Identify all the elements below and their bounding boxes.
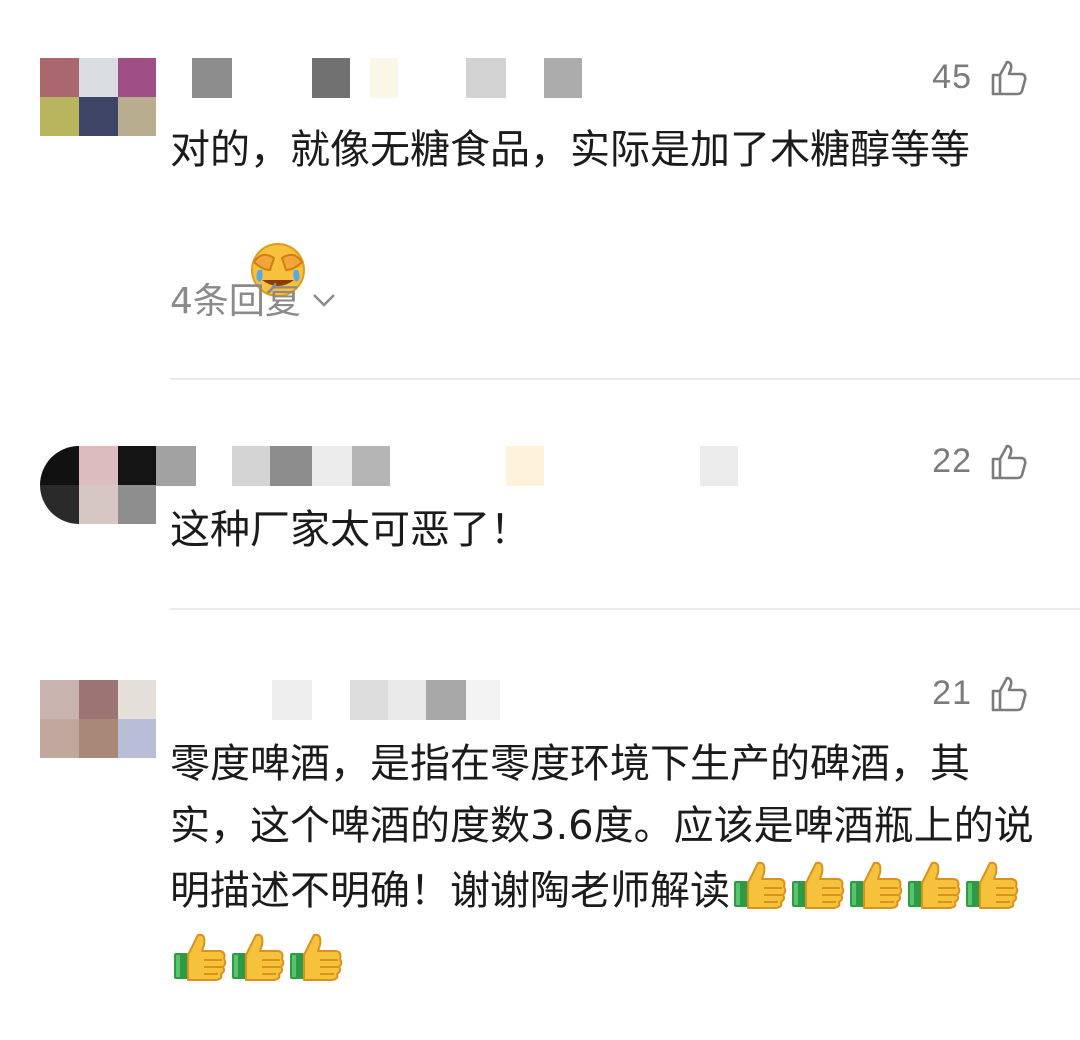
username-pixelated[interactable] [170,680,530,720]
username-pixelated[interactable] [156,446,750,486]
comment-text: 对的，就像无糖食品，实际是加了木糖醇等等 [170,120,1040,375]
comment-text: 零度啤酒，是指在零度环境下生产的碑酒，其实，这个啤酒的度数3.6度。应该是啤酒瓶… [170,733,1040,1001]
divider [170,608,1080,610]
like-control[interactable]: 45 [932,58,1028,97]
like-control[interactable]: 22 [932,442,1028,481]
avatar[interactable] [40,446,156,524]
thumbs-up-outline-icon[interactable] [990,59,1028,97]
view-replies-button[interactable]: 4条回复 [170,272,337,324]
thumbs-up-outline-icon[interactable] [990,443,1028,481]
thumbs-up-emoji [906,857,962,929]
like-count: 45 [932,58,972,96]
thumbs-up-emoji [732,857,788,929]
thumbs-up-outline-icon[interactable] [990,675,1028,713]
chevron-down-icon [311,278,337,319]
like-count: 21 [932,674,972,712]
replies-label: 4条回复 [170,281,301,322]
username-pixelated[interactable] [170,58,590,98]
like-control[interactable]: 21 [932,674,1028,713]
thumbs-up-emoji [964,857,1020,929]
thumbs-up-emoji [172,929,228,1001]
thumbs-up-emoji [790,857,846,929]
comment-text: 这种厂家太可恶了！ [170,507,530,553]
avatar[interactable] [40,58,156,136]
thumbs-up-emoji [288,929,344,1001]
like-count: 22 [932,442,972,480]
thumbs-up-emoji [848,857,904,929]
divider [170,378,1080,380]
thumbs-up-emoji [230,929,286,1001]
avatar[interactable] [40,680,156,758]
